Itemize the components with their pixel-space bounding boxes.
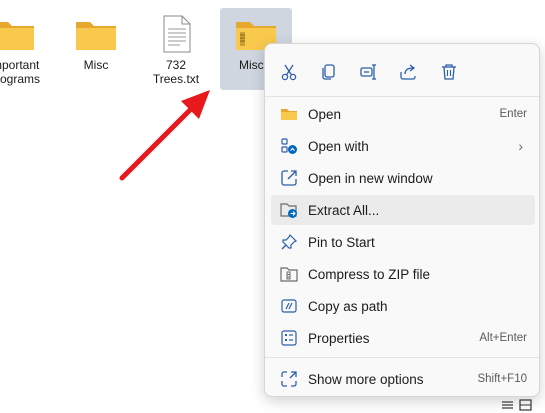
menu-item-label: Open with (308, 138, 369, 154)
folder-label: Misc (83, 58, 109, 72)
open-in-new-window-icon (281, 170, 297, 186)
desktop: Important Programs Misc 732 Trees.txt (0, 0, 545, 413)
copy-path-icon (281, 299, 297, 313)
share-icon (400, 64, 416, 80)
zip-compress-icon (280, 267, 298, 282)
menu-item-properties[interactable]: Properties Alt+Enter (271, 323, 535, 353)
menu-item-open-with[interactable]: Open with › (271, 131, 535, 161)
file-label: 732 Trees.txt (152, 58, 200, 86)
menu-item-shortcut: Enter (499, 108, 528, 120)
file-732-trees[interactable]: 732 Trees.txt (140, 8, 212, 90)
menu-item-label: Extract All... (308, 202, 380, 218)
folder-important-programs[interactable]: Important Programs (0, 8, 50, 90)
cut-button[interactable] (275, 58, 303, 86)
arrow-to-zip-folder (119, 104, 196, 181)
menu-item-open[interactable]: Open Enter (271, 99, 535, 129)
menu-separator (265, 96, 539, 97)
arrow-head (181, 90, 210, 119)
quick-actions-bar (265, 54, 539, 88)
menu-item-pin-to-start[interactable]: Pin to Start (271, 227, 535, 257)
rename-button[interactable] (354, 58, 382, 86)
folder-misc[interactable]: Misc (60, 8, 132, 90)
menu-item-label: Compress to ZIP file (308, 266, 431, 282)
list-view-icon[interactable] (502, 401, 513, 409)
menu-item-label: Open in new window (308, 170, 433, 186)
open-with-icon (281, 138, 297, 154)
details-view-icon[interactable] (519, 399, 532, 411)
menu-item-open-new-window[interactable]: Open in new window (271, 163, 535, 193)
menu-item-label: Open (308, 106, 342, 122)
menu-item-copy-as-path[interactable]: Copy as path (271, 291, 535, 321)
share-button[interactable] (394, 58, 422, 86)
folder-icon (0, 22, 34, 50)
folder-label: Important Programs (0, 58, 40, 86)
menu-item-compress-zip[interactable]: Compress to ZIP file (271, 259, 535, 289)
text-file-icon (163, 15, 191, 53)
menu-item-label: Show more options (308, 371, 424, 387)
menu-item-shortcut: Alt+Enter (479, 332, 527, 344)
menu-item-label: Copy as path (308, 298, 388, 314)
view-mode-icons (502, 399, 532, 411)
chevron-right-icon: › (518, 138, 523, 154)
menu-item-shortcut: Shift+F10 (477, 373, 527, 385)
menu-item-label: Pin to Start (308, 234, 375, 250)
properties-icon (281, 330, 297, 346)
context-menu: Open Enter Open with › Open in new windo… (264, 43, 540, 397)
trash-icon (442, 64, 456, 80)
folder-icon (76, 22, 116, 50)
menu-item-show-more-options[interactable]: Show more options Shift+F10 (271, 364, 535, 394)
scissors-icon (281, 64, 297, 81)
menu-separator (265, 357, 539, 358)
extract-icon (280, 203, 297, 218)
more-options-icon (281, 371, 297, 387)
menu-item-extract-all[interactable]: Extract All... (271, 195, 535, 225)
folder-open-icon (281, 109, 297, 120)
copy-icon (322, 64, 335, 80)
rename-icon (360, 64, 376, 80)
copy-button[interactable] (314, 58, 342, 86)
pin-icon (281, 233, 298, 250)
menu-item-label: Properties (308, 330, 370, 346)
delete-button[interactable] (435, 58, 463, 86)
